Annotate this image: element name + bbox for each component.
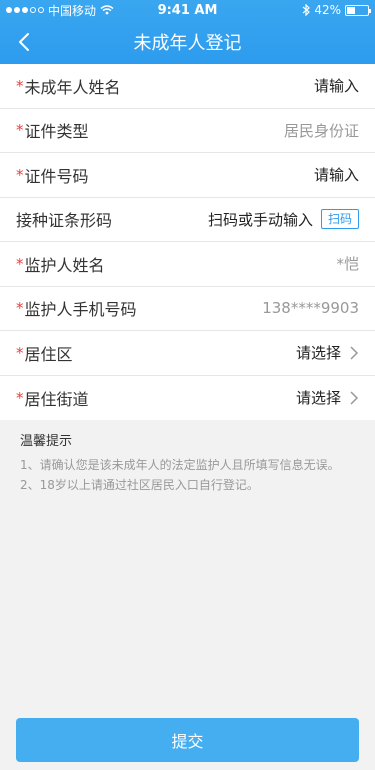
guardian-phone-row[interactable]: * 监护人手机号码 138****9903 bbox=[0, 287, 375, 331]
status-right: 42% bbox=[302, 3, 371, 17]
tips-section: 温馨提示 1、请确认您是该未成年人的法定监护人且所填写信息无误。 2、18岁以上… bbox=[20, 430, 360, 495]
barcode-input[interactable]: 扫码或手动输入 bbox=[208, 209, 313, 230]
bluetooth-icon bbox=[302, 4, 311, 16]
guardian-name-row[interactable]: * 监护人姓名 *恺 bbox=[0, 242, 375, 287]
barcode-label-wrap: 接种证条形码 bbox=[16, 207, 112, 231]
required-mark: * bbox=[16, 76, 24, 95]
submit-button[interactable]: 提交 bbox=[16, 718, 359, 762]
minor-name-label-wrap: * 未成年人姓名 bbox=[16, 74, 121, 98]
required-mark: * bbox=[16, 343, 24, 362]
district-select[interactable]: 请选择 bbox=[296, 342, 341, 363]
id-type-row[interactable]: * 证件类型 居民身份证 bbox=[0, 109, 375, 153]
required-mark: * bbox=[16, 254, 24, 273]
battery-icon bbox=[345, 4, 371, 16]
guardian-name-label-wrap: * 监护人姓名 bbox=[16, 252, 105, 276]
id-number-label: 证件号码 bbox=[24, 166, 89, 186]
id-type-label-wrap: * 证件类型 bbox=[16, 118, 89, 142]
barcode-row[interactable]: 接种证条形码 扫码或手动输入 扫码 bbox=[0, 198, 375, 242]
battery-fill bbox=[347, 6, 355, 14]
street-select[interactable]: 请选择 bbox=[296, 387, 341, 408]
wifi-icon bbox=[100, 5, 114, 15]
nav-bar: 未成年人登记 bbox=[0, 20, 375, 64]
status-left: 中国移动 bbox=[6, 2, 114, 19]
registration-form: * 未成年人姓名 请输入 * 证件类型 居民身份证 * 证件号码 请输入 接种证… bbox=[0, 64, 375, 420]
id-type-value[interactable]: 居民身份证 bbox=[284, 120, 359, 141]
carrier-name: 中国移动 bbox=[48, 3, 97, 18]
district-row[interactable]: * 居住区 请选择 bbox=[0, 331, 375, 376]
minor-name-label: 未成年人姓名 bbox=[24, 77, 121, 97]
street-label-wrap: * 居住街道 bbox=[16, 386, 89, 410]
tip-item: 1、请确认您是该未成年人的法定监护人且所填写信息无误。 bbox=[20, 458, 340, 472]
district-select-wrap: 请选择 bbox=[296, 342, 359, 363]
signal-dots-icon bbox=[6, 7, 44, 13]
required-mark: * bbox=[16, 299, 24, 318]
district-label: 居住区 bbox=[24, 344, 73, 364]
required-mark: * bbox=[16, 165, 24, 184]
barcode-label: 接种证条形码 bbox=[16, 211, 113, 231]
status-bar: 中国移动 9:41 AM 42% bbox=[0, 0, 375, 20]
battery-percent: 42% bbox=[314, 3, 341, 17]
chevron-right-icon bbox=[350, 391, 359, 405]
guardian-phone-label: 监护人手机号码 bbox=[24, 300, 137, 320]
id-number-input[interactable]: 请输入 bbox=[314, 164, 359, 185]
street-label: 居住街道 bbox=[24, 389, 89, 409]
scan-button[interactable]: 扫码 bbox=[320, 209, 359, 230]
barcode-value-wrap: 扫码或手动输入 扫码 bbox=[208, 209, 359, 230]
guardian-name-label: 监护人姓名 bbox=[24, 255, 105, 275]
id-type-label: 证件类型 bbox=[24, 122, 89, 142]
id-number-row[interactable]: * 证件号码 请输入 bbox=[0, 153, 375, 198]
tips-title: 温馨提示 bbox=[20, 434, 73, 449]
street-select-wrap: 请选择 bbox=[296, 387, 359, 408]
page-title: 未成年人登记 bbox=[133, 33, 242, 54]
back-button[interactable] bbox=[8, 26, 40, 58]
required-mark: * bbox=[16, 388, 24, 407]
minor-name-row[interactable]: * 未成年人姓名 请输入 bbox=[0, 64, 375, 109]
required-mark: * bbox=[16, 121, 24, 140]
street-row[interactable]: * 居住街道 请选择 bbox=[0, 376, 375, 421]
tip-item: 2、18岁以上请通过社区居民入口自行登记。 bbox=[20, 478, 259, 492]
guardian-phone-value[interactable]: 138****9903 bbox=[262, 299, 359, 317]
id-number-label-wrap: * 证件号码 bbox=[16, 163, 89, 187]
chevron-left-icon bbox=[19, 33, 29, 51]
top-bar: 中国移动 9:41 AM 42% 未成年人登记 bbox=[0, 0, 375, 64]
guardian-name-value[interactable]: *恺 bbox=[336, 253, 359, 274]
minor-name-input[interactable]: 请输入 bbox=[314, 75, 359, 96]
chevron-right-icon bbox=[350, 346, 359, 360]
guardian-phone-label-wrap: * 监护人手机号码 bbox=[16, 296, 137, 320]
district-label-wrap: * 居住区 bbox=[16, 341, 73, 365]
